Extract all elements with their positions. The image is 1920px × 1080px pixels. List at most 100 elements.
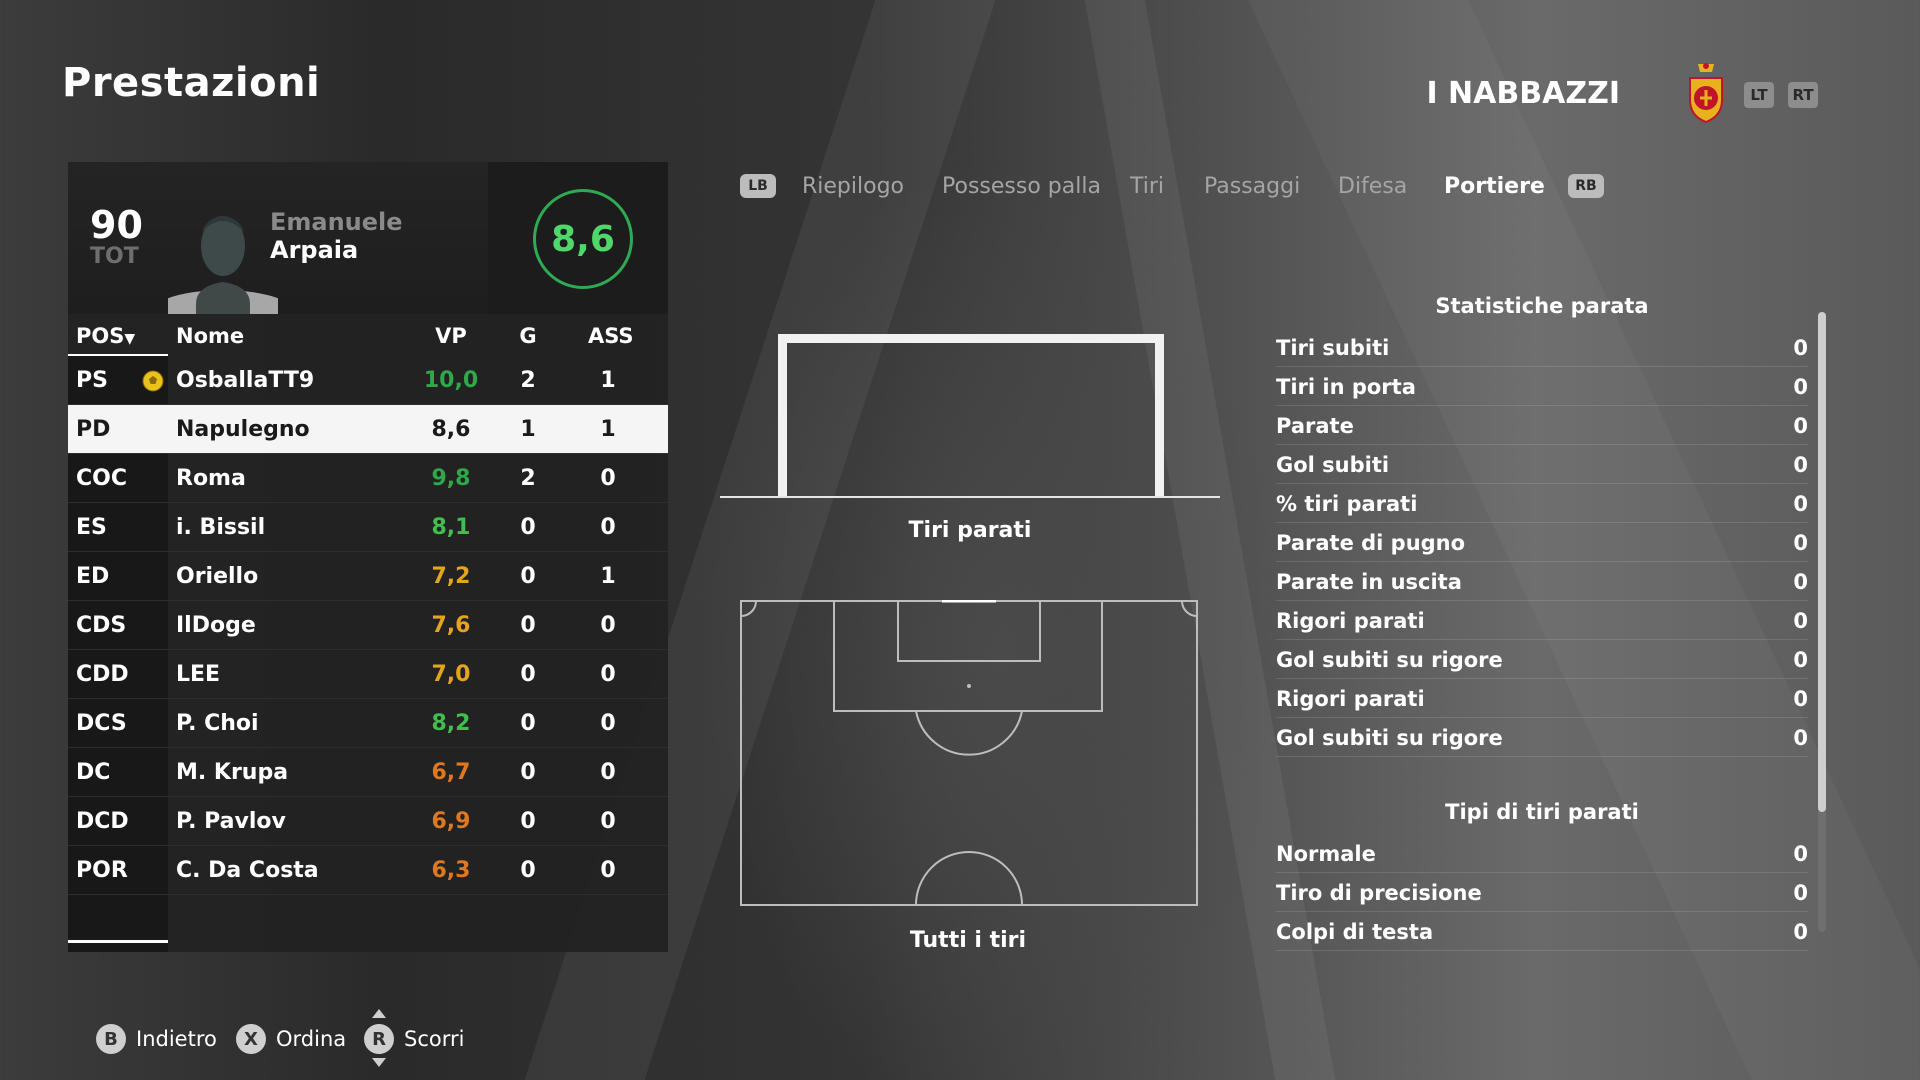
scroll-action[interactable]: R Scorri <box>364 1022 464 1056</box>
column-name[interactable]: Nome <box>176 324 244 348</box>
stat-label: % tiri parati <box>1276 492 1418 516</box>
sort-label: Ordina <box>276 1027 347 1051</box>
stat-label: Colpi di testa <box>1276 920 1434 944</box>
player-assists: 0 <box>600 711 616 736</box>
column-vp[interactable]: VP <box>422 324 480 348</box>
stat-row: Rigori parati 0 <box>1276 679 1808 718</box>
player-vp: 6,3 <box>431 858 471 883</box>
r-stick-icon: R <box>364 1024 394 1054</box>
stat-row: Tiro di precisione 0 <box>1276 873 1808 912</box>
table-row[interactable]: ED Oriello 7,2 0 1 <box>68 552 668 601</box>
player-goals: 2 <box>520 368 536 393</box>
player-position: PS <box>76 368 108 393</box>
player-name: M. Krupa <box>176 760 289 785</box>
stat-value: 0 <box>1793 414 1808 438</box>
table-row[interactable]: CDD LEE 7,0 0 0 <box>68 650 668 699</box>
rb-button[interactable]: RB <box>1568 174 1604 198</box>
mvp-ball-icon <box>142 370 164 392</box>
player-vp: 9,8 <box>431 466 471 491</box>
player-position: POR <box>76 858 128 883</box>
saved-shots-goal: Tiri parati <box>720 334 1220 564</box>
stat-row: Colpi di testa 0 <box>1276 912 1808 951</box>
back-action[interactable]: B Indietro <box>96 1022 217 1056</box>
pitch-caption: Tutti i tiri <box>909 928 1027 953</box>
player-goals: 0 <box>520 662 536 687</box>
scroll-label: Scorri <box>404 1027 465 1051</box>
tab-difesa[interactable]: Difesa <box>1338 174 1407 199</box>
player-name: Napulegno <box>176 417 310 442</box>
stat-value: 0 <box>1793 336 1808 360</box>
stat-label: Parate in uscita <box>1276 570 1462 594</box>
player-stats-panel: 90 TOT Emanuele Arpaia 8,6 POS▼ Nome VP … <box>68 162 668 952</box>
player-name: Roma <box>176 466 246 491</box>
tab-passaggi[interactable]: Passaggi <box>1204 174 1300 199</box>
table-row[interactable]: POR C. Da Costa 6,3 0 0 <box>68 846 668 895</box>
player-vp: 7,0 <box>431 662 471 687</box>
lt-button[interactable]: LT <box>1744 82 1774 108</box>
player-vp: 10,0 <box>423 368 479 393</box>
player-goals: 1 <box>520 417 536 442</box>
team-name: I NABBAZZI <box>1426 76 1620 111</box>
rt-button[interactable]: RT <box>1788 82 1818 108</box>
overall-label: TOT <box>90 244 139 269</box>
player-assists: 1 <box>600 564 616 589</box>
lb-button[interactable]: LB <box>740 174 776 198</box>
stat-row: Parate 0 <box>1276 406 1808 445</box>
stat-value: 0 <box>1793 609 1808 633</box>
tab-portiere[interactable]: Portiere <box>1444 174 1545 199</box>
player-vp: 7,6 <box>431 613 471 638</box>
table-row[interactable]: ES i. Bissil 8,1 0 0 <box>68 503 668 552</box>
player-assists: 0 <box>600 662 616 687</box>
player-position: CDD <box>76 662 129 687</box>
player-name: IlDoge <box>176 613 256 638</box>
player-position: DC <box>76 760 111 785</box>
overall-rating: 90 <box>90 203 143 247</box>
tab-riepilogo[interactable]: Riepilogo <box>802 174 904 199</box>
column-g[interactable]: G <box>508 324 548 348</box>
stat-value: 0 <box>1793 375 1808 399</box>
column-pos[interactable]: POS▼ <box>76 324 135 348</box>
shot-types-section-title: Tipi di tiri parati <box>1445 800 1639 824</box>
stat-row: Normale 0 <box>1276 834 1808 873</box>
stat-label: Gol subiti <box>1276 453 1390 477</box>
player-vp: 7,2 <box>431 564 471 589</box>
stat-value: 0 <box>1793 453 1808 477</box>
b-button-icon: B <box>96 1024 126 1054</box>
table-header: POS▼ Nome VP G ASS <box>68 314 668 356</box>
stat-label: Tiro di precisione <box>1276 881 1482 905</box>
stat-value: 0 <box>1793 842 1808 866</box>
stat-row: Tiri subiti 0 <box>1276 328 1808 367</box>
sort-down-icon: ▼ <box>124 331 136 347</box>
player-vp: 6,7 <box>431 760 471 785</box>
stat-value: 0 <box>1793 492 1808 516</box>
tab-possesso-palla[interactable]: Possesso palla <box>942 174 1101 199</box>
table-row[interactable]: DCD P. Pavlov 6,9 0 0 <box>68 797 668 846</box>
player-card: 90 TOT Emanuele Arpaia 8,6 <box>68 162 668 314</box>
goal-frame <box>778 334 1164 498</box>
sort-action[interactable]: X Ordina <box>236 1022 346 1056</box>
table-row[interactable]: PS OsballaTT9 10,0 2 1 <box>68 356 668 405</box>
table-row[interactable]: COC Roma 9,8 2 0 <box>68 454 668 503</box>
player-goals: 0 <box>520 711 536 736</box>
tab-tiri[interactable]: Tiri <box>1130 174 1164 199</box>
player-name: P. Pavlov <box>176 809 286 834</box>
player-goals: 2 <box>520 466 536 491</box>
player-name: C. Da Costa <box>176 858 319 883</box>
player-vp: 8,2 <box>431 711 471 736</box>
stats-scrollbar-thumb[interactable] <box>1818 312 1826 812</box>
player-last-name: Arpaia <box>270 236 359 264</box>
table-row[interactable]: PD Napulegno 8,6 1 1 <box>68 405 668 454</box>
column-ass[interactable]: ASS <box>588 324 634 348</box>
table-row[interactable]: DCS P. Choi 8,2 0 0 <box>68 699 668 748</box>
stat-label: Rigori parati <box>1276 687 1425 711</box>
player-assists: 0 <box>600 466 616 491</box>
table-row[interactable]: CDS IlDoge 7,6 0 0 <box>68 601 668 650</box>
column-pos-label: POS <box>76 324 125 348</box>
player-vp: 8,6 <box>431 417 471 442</box>
scroll-down-icon <box>372 1058 386 1067</box>
table-row[interactable]: DC M. Krupa 6,7 0 0 <box>68 748 668 797</box>
club-crest-icon <box>1689 63 1723 124</box>
player-assists: 1 <box>600 417 616 442</box>
player-name: Oriello <box>176 564 259 589</box>
saves-section-title: Statistiche parata <box>1435 294 1649 318</box>
